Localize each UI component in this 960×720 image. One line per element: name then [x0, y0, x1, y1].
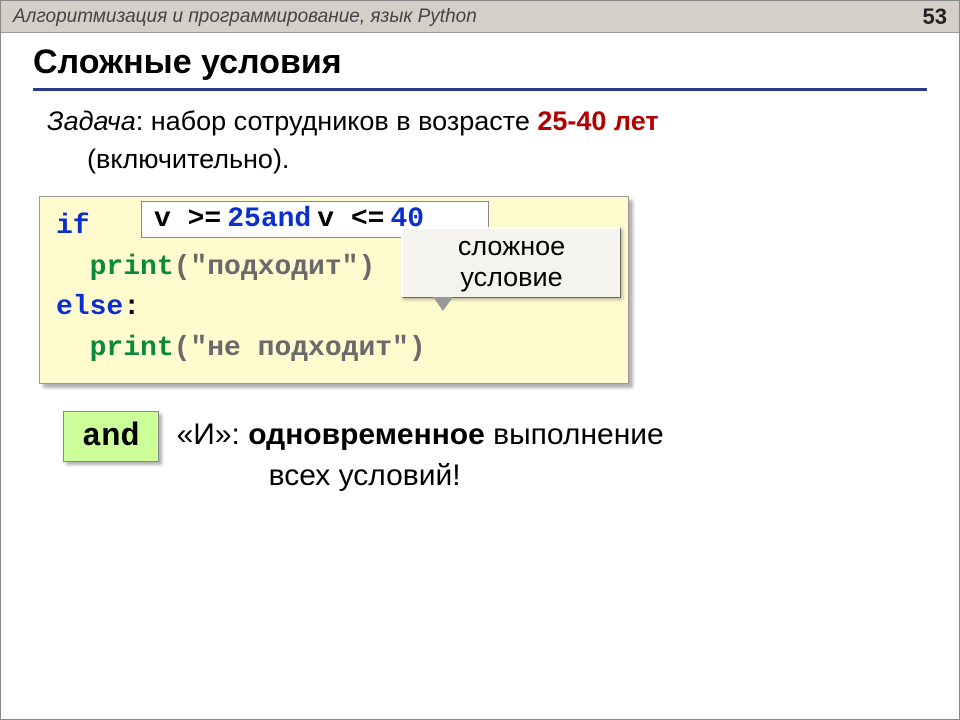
- and-l1-bold: одновременное: [248, 418, 485, 451]
- str-ok: ("подходит"): [174, 252, 376, 283]
- kw-if: if: [56, 211, 90, 242]
- and-text-line2: всех условий!: [177, 456, 664, 497]
- and-text: «И»: одновременное выполнение всех услов…: [177, 411, 664, 496]
- slide-heading: Сложные условия: [33, 43, 927, 91]
- and-l1-tail: выполнение: [485, 418, 664, 451]
- kw-else: else: [56, 292, 123, 323]
- cond-var2: v <=: [311, 204, 390, 235]
- and-text-line1: «И»: одновременное выполнение: [177, 415, 664, 456]
- str-no: ("не подходит"): [174, 333, 426, 364]
- cond-var1: v >=: [148, 204, 227, 235]
- course-title: Алгоритмизация и программирование, язык …: [13, 6, 477, 28]
- age-range: 25-40 лет: [537, 106, 658, 136]
- and-explanation: and «И»: одновременное выполнение всех у…: [63, 411, 664, 496]
- callout-complex-condition: сложное условие: [401, 227, 621, 298]
- cond-num1: 25: [227, 204, 261, 235]
- task-line-1: Задача: набор сотрудников в возрасте 25-…: [47, 103, 919, 141]
- kw-print-2: print: [90, 333, 174, 364]
- task-line-2: (включительно).: [47, 141, 919, 179]
- callout-line-1: сложное: [409, 231, 614, 262]
- cond-and-kw: and: [261, 204, 311, 235]
- task-label: Задача: [47, 106, 136, 136]
- slide-body: Задача: набор сотрудников в возрасте 25-…: [1, 97, 959, 179]
- slide: Алгоритмизация и программирование, язык …: [0, 0, 960, 720]
- kw-print-1: print: [90, 252, 174, 283]
- task-text-1: : набор сотрудников в возрасте: [136, 106, 538, 136]
- slide-header: Алгоритмизация и программирование, язык …: [1, 1, 959, 33]
- page-number: 53: [923, 4, 947, 30]
- code-colon-2: :: [123, 292, 140, 323]
- and-keyword-box: and: [63, 411, 159, 462]
- heading-area: Сложные условия: [1, 33, 959, 97]
- callout-line-2: условие: [409, 262, 614, 293]
- and-l1-lead: «И»:: [177, 418, 249, 451]
